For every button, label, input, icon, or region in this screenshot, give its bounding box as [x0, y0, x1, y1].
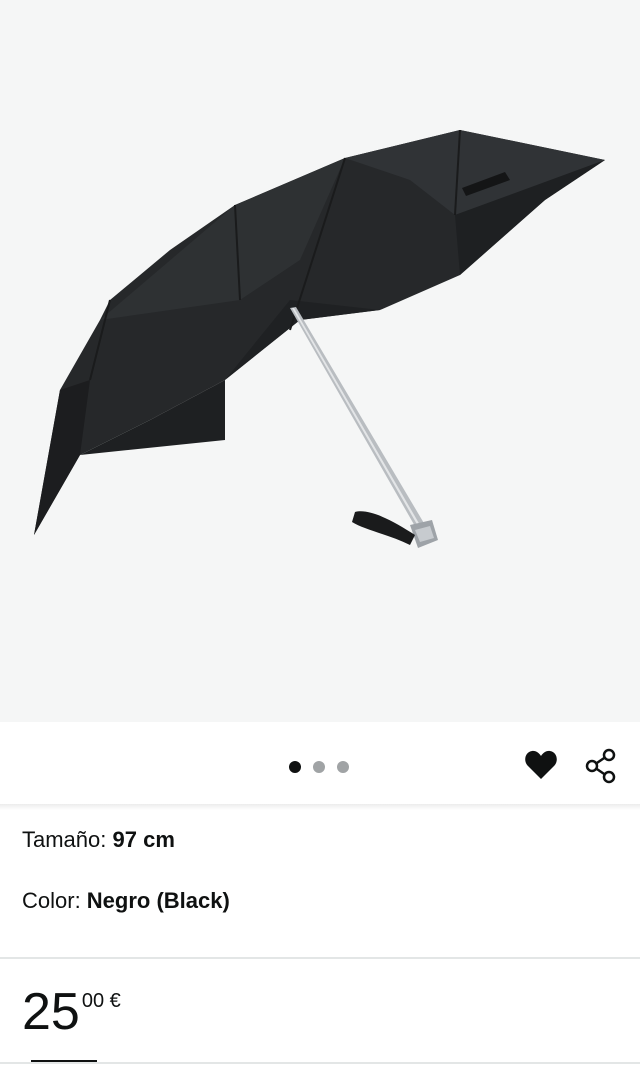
section-shadow [0, 804, 640, 810]
size-selection[interactable]: Tamaño: 97 cm [22, 826, 175, 854]
carousel-bar [0, 722, 640, 806]
size-value: 97 cm [112, 827, 175, 852]
carousel-dot-1[interactable] [289, 761, 301, 773]
size-label: Tamaño: [22, 827, 113, 852]
color-label: Color: [22, 888, 87, 913]
carousel-dot-2[interactable] [313, 761, 325, 773]
bottom-divider [0, 1062, 640, 1064]
price: 25 00 € [22, 982, 121, 1042]
umbrella-image [34, 129, 605, 548]
heart-icon[interactable] [522, 746, 560, 784]
section-divider [0, 957, 640, 959]
color-selection[interactable]: Color: Negro (Black) [22, 887, 230, 915]
carousel-dot-3[interactable] [337, 761, 349, 773]
price-fraction: 00 € [81, 990, 121, 1012]
carousel-dots[interactable] [289, 761, 349, 773]
share-icon[interactable] [582, 746, 620, 784]
product-image[interactable] [0, 0, 640, 722]
price-whole: 25 [22, 983, 80, 1041]
color-value: Negro (Black) [86, 888, 230, 913]
